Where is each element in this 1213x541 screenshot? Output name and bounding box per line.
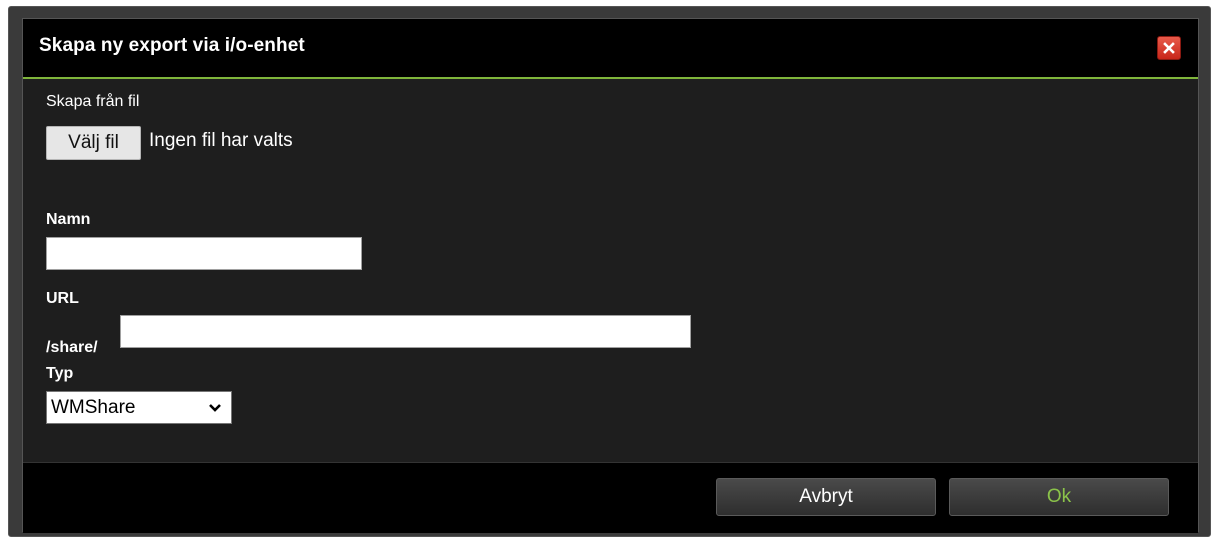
- type-select[interactable]: WMShare: [46, 391, 232, 424]
- dialog-footer: Avbryt Ok: [23, 462, 1198, 533]
- url-label: URL: [46, 290, 79, 307]
- choose-file-button[interactable]: Välj fil: [46, 126, 141, 160]
- cancel-button[interactable]: Avbryt: [716, 478, 936, 516]
- type-label: Typ: [46, 365, 74, 382]
- name-label: Namn: [46, 211, 91, 228]
- dialog-titlebar: Skapa ny export via i/o-enhet: [23, 19, 1198, 79]
- url-input[interactable]: [120, 315, 691, 348]
- export-dialog: Skapa ny export via i/o-enhet Skapa från…: [22, 18, 1199, 533]
- close-button[interactable]: [1157, 36, 1181, 60]
- ok-button[interactable]: Ok: [949, 478, 1169, 516]
- close-icon: [1163, 42, 1175, 54]
- name-input[interactable]: [46, 237, 362, 270]
- type-select-value: WMShare: [51, 397, 136, 418]
- dialog-title: Skapa ny export via i/o-enhet: [39, 35, 305, 56]
- file-status-text: Ingen fil har valts: [149, 130, 293, 151]
- url-prefix: /share/: [46, 339, 98, 356]
- dialog-body: Skapa från fil Välj fil Ingen fil har va…: [23, 79, 1198, 462]
- from-file-label: Skapa från fil: [46, 93, 140, 110]
- chevron-down-icon: [209, 404, 221, 412]
